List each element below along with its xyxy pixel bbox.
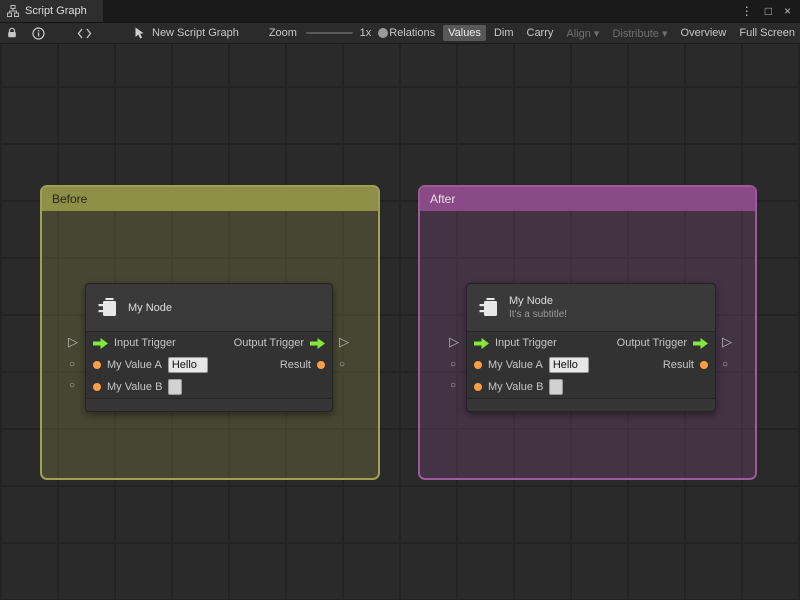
value-a-port-icon[interactable]	[93, 361, 101, 369]
info-icon[interactable]	[32, 26, 45, 40]
trigger-output-icon[interactable]	[310, 337, 325, 349]
align-dropdown[interactable]: Align ▾	[561, 25, 604, 42]
code-icon[interactable]	[77, 28, 92, 39]
group-title: Before	[52, 192, 88, 206]
fullscreen-button[interactable]: Full Screen	[734, 25, 800, 41]
zoom-slider[interactable]	[305, 28, 388, 38]
unit-icon	[97, 297, 119, 319]
value-b-row: My Value B	[86, 376, 332, 398]
dim-button[interactable]: Dim	[489, 25, 519, 41]
value-b-row: My Value B	[467, 376, 715, 398]
distribute-label: Distribute	[612, 27, 659, 40]
value-b-port[interactable]: ○	[450, 379, 456, 393]
trigger-output-icon[interactable]	[693, 337, 708, 349]
result-port-icon[interactable]	[700, 361, 708, 369]
result-label: Result	[279, 359, 311, 371]
graph-canvas[interactable]: Before After My Node Input Trigger Outpu…	[0, 44, 800, 600]
distribute-dropdown[interactable]: Distribute ▾	[607, 25, 672, 42]
node-my-node-after[interactable]: My Node It's a subtitle! Input Trigger O…	[466, 283, 716, 412]
value-a-row: My Value A Result	[467, 354, 715, 376]
close-icon[interactable]: ×	[784, 5, 791, 17]
node-my-node-before[interactable]: My Node Input Trigger Output Trigger My …	[85, 283, 333, 412]
value-a-port[interactable]: ○	[450, 358, 456, 372]
node-footer	[86, 398, 332, 411]
value-b-label: My Value B	[107, 381, 163, 393]
result-port[interactable]: ○	[339, 358, 345, 372]
value-b-label: My Value B	[488, 381, 544, 393]
value-a-input[interactable]	[548, 357, 589, 373]
trigger-input-label: Input Trigger	[114, 337, 176, 349]
trigger-output-port[interactable]: ▷	[339, 335, 349, 349]
carry-button[interactable]: Carry	[522, 25, 559, 41]
trigger-input-port[interactable]: ▷	[449, 335, 459, 349]
value-b-input[interactable]	[549, 379, 564, 395]
graph-pointer-icon	[134, 27, 145, 39]
value-b-input[interactable]	[168, 379, 183, 395]
value-a-row: My Value A Result	[86, 354, 332, 376]
value-a-label: My Value A	[107, 359, 162, 371]
window-controls: ⋮ □ ×	[741, 0, 800, 22]
node-title: My Node	[128, 301, 173, 314]
node-header[interactable]: My Node It's a subtitle!	[467, 284, 715, 332]
trigger-input-port[interactable]: ▷	[68, 335, 78, 349]
relations-button[interactable]: Relations	[384, 25, 440, 41]
tab-script-graph[interactable]: Script Graph	[0, 0, 103, 22]
trigger-output-label: Output Trigger	[233, 337, 304, 349]
zoom-slider-thumb[interactable]	[377, 28, 388, 38]
trigger-row: Input Trigger Output Trigger	[467, 332, 715, 354]
overview-button[interactable]: Overview	[676, 25, 732, 41]
value-b-port-icon[interactable]	[474, 383, 482, 391]
value-b-port-icon[interactable]	[93, 383, 101, 391]
zoom-label: Zoom	[268, 27, 297, 39]
titlebar: Script Graph ⋮ □ ×	[0, 0, 800, 22]
graph-name-label[interactable]: New Script Graph	[152, 27, 239, 39]
result-port[interactable]: ○	[722, 358, 728, 372]
value-b-port[interactable]: ○	[69, 379, 75, 393]
lock-icon[interactable]	[6, 27, 18, 39]
result-port-icon[interactable]	[317, 361, 325, 369]
trigger-input-icon[interactable]	[474, 337, 489, 349]
values-button[interactable]: Values	[443, 25, 486, 41]
script-graph-icon	[7, 5, 19, 17]
node-subtitle: It's a subtitle!	[509, 309, 568, 320]
node-footer	[467, 398, 715, 411]
trigger-input-icon[interactable]	[93, 337, 108, 349]
kebab-menu-icon[interactable]: ⋮	[741, 5, 753, 17]
group-after-header[interactable]: After	[420, 187, 755, 211]
trigger-input-label: Input Trigger	[495, 337, 557, 349]
result-label: Result	[662, 359, 694, 371]
chevron-down-icon: ▾	[661, 27, 668, 40]
align-label: Align	[566, 27, 591, 40]
node-header[interactable]: My Node	[86, 284, 332, 332]
maximize-icon[interactable]: □	[765, 5, 772, 17]
zoom-value: 1x	[359, 27, 372, 39]
node-title: My Node	[509, 295, 554, 307]
value-a-label: My Value A	[488, 359, 543, 371]
value-a-port-icon[interactable]	[474, 361, 482, 369]
group-before-header[interactable]: Before	[42, 187, 378, 211]
trigger-output-label: Output Trigger	[616, 337, 687, 349]
tab-title: Script Graph	[25, 5, 87, 17]
trigger-output-port[interactable]: ▷	[722, 335, 732, 349]
toolbar-buttons: Relations Values Dim Carry Align ▾ Distr…	[384, 25, 800, 42]
unit-icon	[478, 297, 500, 319]
graph-toolbar: New Script Graph Zoom 1x Relations Value…	[0, 22, 800, 44]
chevron-down-icon: ▾	[593, 27, 600, 40]
trigger-row: Input Trigger Output Trigger	[86, 332, 332, 354]
value-a-port[interactable]: ○	[69, 358, 75, 372]
group-title: After	[430, 192, 456, 206]
value-a-input[interactable]	[167, 357, 208, 373]
